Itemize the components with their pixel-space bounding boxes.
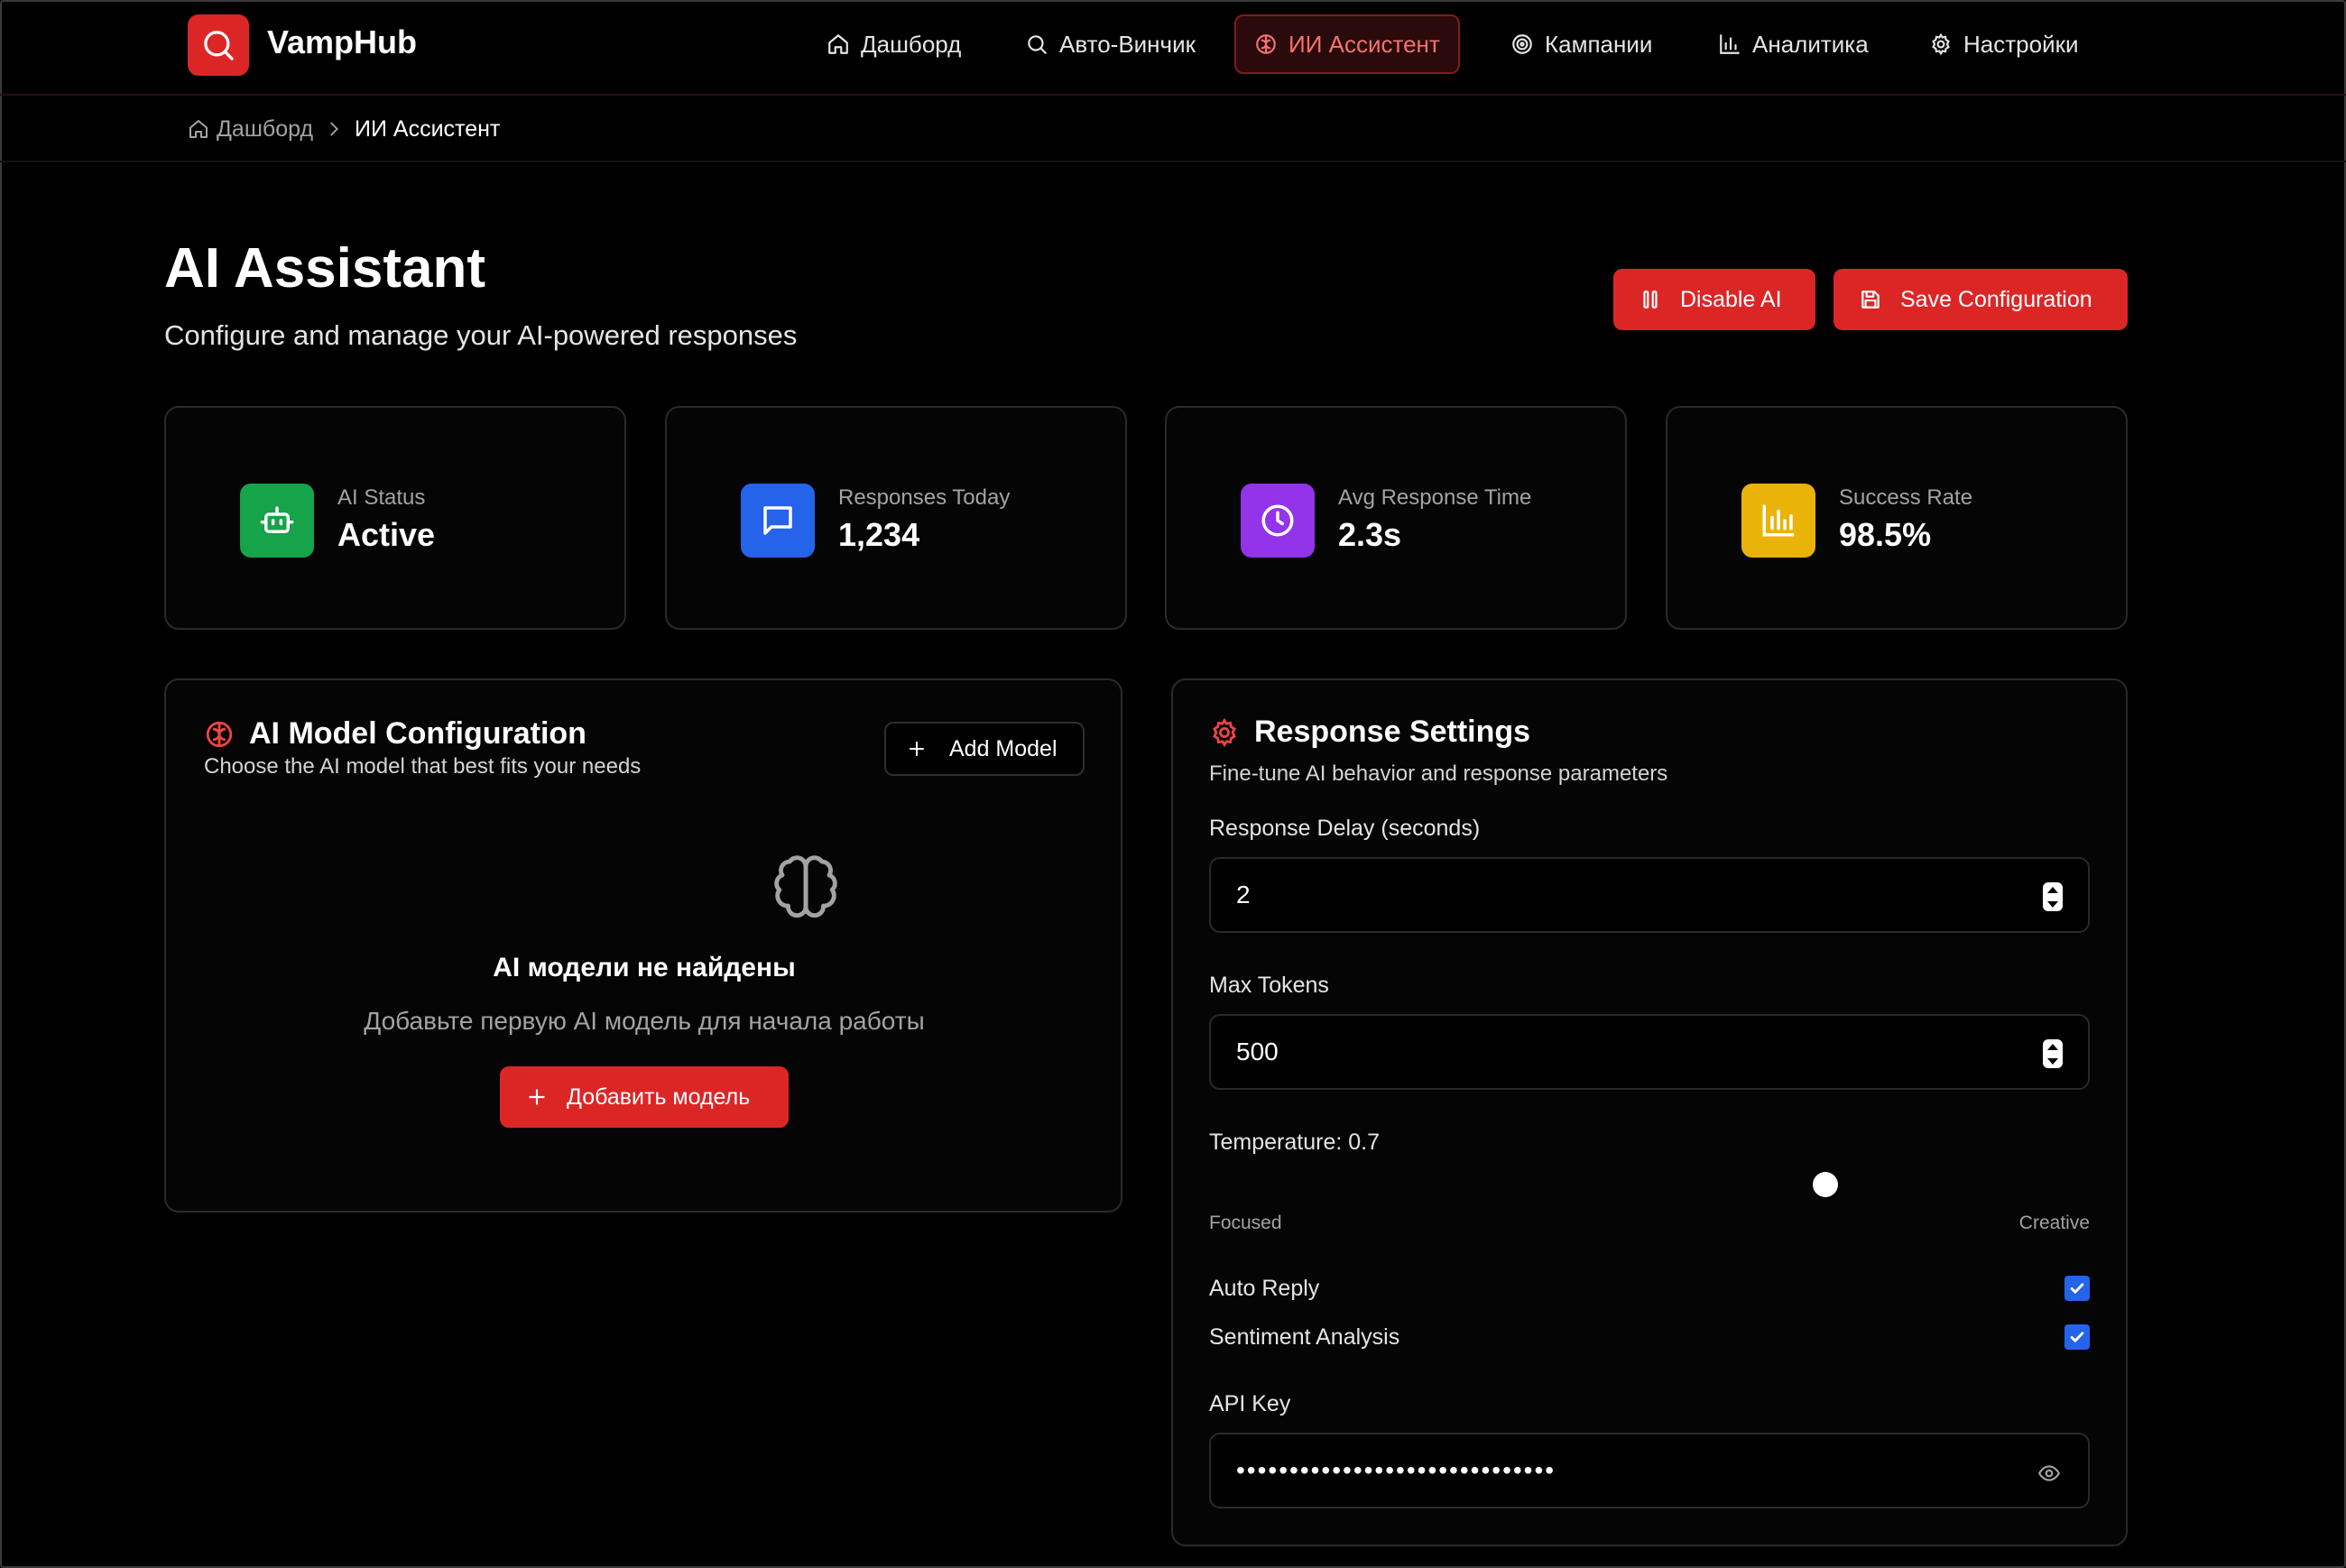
save-icon (1861, 291, 1880, 309)
stat-icon-box (1241, 484, 1315, 558)
nav-item-analytics[interactable]: Аналитика (1698, 14, 1889, 74)
panel-subtitle: Fine-tune AI behavior and response param… (1209, 761, 1668, 786)
breadcrumb-current: ИИ Ассистент (355, 115, 501, 142)
save-configuration-label: Save Configuration (1900, 286, 2092, 312)
nav-item-label: Дашборд (861, 30, 962, 58)
stat-label: Avg Response Time (1338, 485, 1532, 510)
stat-icon-box (741, 484, 815, 558)
message-icon (763, 506, 792, 535)
clock-icon (1261, 504, 1294, 537)
empty-state-title: AI модели не найдены (493, 953, 796, 982)
search-icon (1028, 35, 1047, 54)
nav-item-label: Авто-Винчик (1059, 30, 1196, 58)
slider-min-label: Focused (1209, 1213, 1282, 1233)
panel-subtitle: Choose the AI model that best fits your … (204, 754, 642, 779)
disable-ai-button[interactable]: Disable AI (1613, 269, 1815, 330)
panel-title-label: Response Settings (1254, 715, 1531, 749)
api-key-input[interactable]: •••••••••••••••••••••••••••••• (1209, 1433, 2090, 1508)
stat-label: Responses Today (838, 485, 1011, 510)
stat-value: 98.5% (1839, 516, 1932, 553)
stat-icon-box (240, 484, 314, 558)
bot-icon (260, 506, 294, 533)
max-tokens-label: Max Tokens (1209, 973, 1329, 998)
model-config-panel: AI Model Configuration Choose the AI mod… (164, 678, 1122, 1213)
response-delay-value: 2 (1236, 881, 1251, 909)
panel-title: AI Model Configuration (204, 716, 586, 752)
stat-label: Success Rate (1839, 485, 1973, 510)
temperature-label: Temperature: 0.7 (1209, 1130, 1380, 1155)
slider-thumb[interactable] (1813, 1172, 1839, 1197)
max-tokens-input[interactable]: 500 (1209, 1014, 2090, 1090)
sentiment-analysis-checkbox[interactable] (2064, 1324, 2090, 1350)
bar-chart-icon (1762, 504, 1795, 537)
add-model-button[interactable]: Add Model (884, 722, 1085, 776)
plus-icon (910, 742, 924, 756)
breadcrumb-home-label: Дашборд (217, 115, 314, 142)
nav-item-settings[interactable]: Настройки (1909, 14, 2099, 74)
disable-ai-label: Disable AI (1680, 286, 1782, 312)
add-first-model-label: Добавить модель (567, 1084, 751, 1110)
main-nav: Дашборд Авто-Винчик ИИ Ассистент Кампани… (0, 14, 2346, 74)
number-stepper[interactable] (2043, 882, 2063, 911)
auto-reply-label: Auto Reply (1209, 1276, 1320, 1301)
nav-item-label: Настройки (1963, 30, 2079, 58)
pause-icon (1643, 291, 1658, 309)
plus-icon (529, 1089, 545, 1105)
check-icon (2070, 1332, 2084, 1342)
breadcrumb: Дашборд ИИ Ассистент (188, 112, 500, 146)
nav-item-dashboard[interactable]: Дашборд (807, 14, 981, 74)
breadcrumb-home[interactable]: Дашборд (188, 116, 313, 143)
nav-item-campaigns[interactable]: Кампании (1491, 14, 1672, 74)
auto-reply-checkbox[interactable] (2064, 1276, 2090, 1301)
brain-icon (1256, 34, 1276, 54)
stat-card-responses-today: Responses Today 1,234 (665, 406, 1127, 630)
save-configuration-button[interactable]: Save Configuration (1833, 269, 2128, 330)
temperature-slider[interactable] (1209, 1172, 2090, 1197)
panel-title-label: AI Model Configuration (249, 716, 586, 751)
response-delay-label: Response Delay (seconds) (1209, 816, 1481, 841)
api-key-value: •••••••••••••••••••••••••••••• (1236, 1456, 1556, 1484)
page-subtitle: Configure and manage your AI-powered res… (164, 319, 798, 351)
max-tokens-value: 500 (1236, 1038, 1279, 1065)
nav-item-auto-vinchik[interactable]: Авто-Винчик (1005, 14, 1215, 74)
stat-icon-box (1741, 484, 1815, 558)
empty-state-text: Добавьте первую AI модель для начала раб… (364, 1007, 925, 1035)
target-icon (1512, 34, 1532, 54)
nav-item-ai-assistant[interactable]: ИИ Ассистент (1234, 14, 1460, 74)
add-model-label: Add Model (949, 735, 1058, 761)
gear-icon (1932, 32, 1950, 56)
top-navbar: VampHub Дашборд Авто-Винчик ИИ Ассистент… (0, 0, 2346, 96)
number-stepper[interactable] (2043, 1039, 2063, 1068)
stat-value: Active (337, 516, 436, 553)
response-settings-panel (1171, 678, 2128, 1546)
stat-value: 1,234 (838, 516, 920, 553)
stat-card-avg-response-time: Avg Response Time 2.3s (1165, 406, 1627, 630)
nav-item-label: Кампании (1545, 30, 1653, 58)
stat-card-ai-status: AI Status Active (164, 406, 626, 630)
nav-item-label: ИИ Ассистент (1288, 30, 1440, 58)
gear-icon (1213, 717, 1236, 747)
page-title: AI Assistant (164, 237, 486, 300)
stat-card-success-rate: Success Rate 98.5% (1666, 406, 2128, 630)
bar-chart-icon (1720, 34, 1740, 54)
panel-title: Response Settings (1209, 715, 1530, 750)
stat-label: AI Status (337, 485, 426, 510)
chevron-right-icon (330, 122, 338, 136)
api-key-label: API Key (1209, 1391, 1291, 1416)
sentiment-analysis-label: Sentiment Analysis (1209, 1324, 1400, 1350)
brain-icon (774, 855, 837, 918)
nav-item-label: Аналитика (1752, 30, 1869, 58)
stat-value: 2.3s (1338, 516, 1402, 553)
eye-icon[interactable] (2037, 1462, 2061, 1485)
brain-icon (206, 721, 233, 747)
slider-max-label: Creative (2018, 1213, 2090, 1233)
home-icon (189, 120, 208, 138)
response-delay-input[interactable]: 2 (1209, 857, 2090, 933)
add-first-model-button[interactable]: Добавить модель (500, 1066, 789, 1128)
breadcrumb-bar: Дашборд ИИ Ассистент (0, 96, 2346, 162)
home-icon (828, 34, 848, 54)
check-icon (2070, 1283, 2084, 1294)
